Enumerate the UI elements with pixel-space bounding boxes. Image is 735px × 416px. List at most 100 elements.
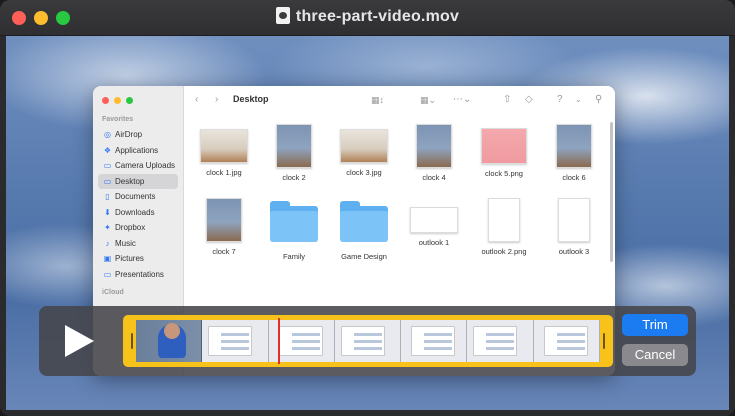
sidebar-item-label: Music [115,238,136,248]
trim-bar: Trim Cancel [39,306,696,376]
frame-row [221,340,250,343]
document-icon: ▯ [105,192,110,201]
frame-row [556,340,585,343]
filmstrip-frame [467,320,534,362]
file-thumbnail [206,198,242,242]
file-item: outlook 2.png [469,198,539,256]
folder-icon: ▭ [103,269,112,279]
sidebar-item-music: ♪ Music [98,236,178,251]
frame-row [424,340,453,343]
sidebar-item-pictures: ▣ Pictures [98,251,178,266]
file-name: outlook 3 [558,247,590,256]
sidebar-heading-icloud: iCloud [102,289,124,296]
file-name: clock 5.png [485,169,523,178]
frame-window-thumbnail [278,326,323,356]
file-item: clock 2 [259,124,329,182]
chevron-down-icon: ⌄ [575,95,582,104]
frame-row [221,347,250,350]
frame-row [291,340,320,343]
sidebar-item-label: Documents [115,192,156,201]
file-name: outlook 2.png [481,247,527,256]
frame-row [424,347,453,350]
trim-handle-right[interactable] [600,320,608,362]
sidebar-item-label: Camera Uploads [115,161,176,170]
sidebar-item-presentations: ▭ Presentations [98,267,178,282]
play-icon [65,325,94,357]
applications-icon: ❖ [103,145,112,155]
trim-button[interactable]: Trim [622,314,688,336]
file-thumbnail [556,124,592,168]
frame-row [556,333,585,336]
file-name: clock 1.jpg [206,168,242,177]
downloads-icon: ⬇ [104,207,111,217]
trim-handle-left[interactable] [128,320,136,362]
file-item: outlook 3 [539,198,609,256]
group-icon: ▦⌄ [420,95,437,105]
file-item: outlook 1 [399,198,469,247]
sidebar-item-label: Applications [115,145,159,155]
movie-file-icon [275,7,290,24]
file-thumbnail [558,198,590,242]
sidebar-item-dropbox: ✦ Dropbox [98,220,178,235]
file-name: clock 3.jpg [346,168,382,177]
filmstrip-frame [334,320,402,362]
file-thumbnail [488,198,520,242]
play-button[interactable] [61,322,97,360]
file-name: clock 6 [562,173,586,182]
file-item: clock 4 [399,124,469,182]
frame-window-thumbnail [208,326,253,356]
sidebar-item-label: Presentations [115,269,164,279]
tag-icon: ◇ [525,94,533,105]
frame-row [556,347,585,350]
file-item: clock 6 [539,124,609,182]
filmstrip-frame [136,320,203,362]
sidebar-item-desktop: ▭ Desktop [98,173,178,189]
help-icon: ? [557,94,563,105]
desktop-icon: ▭ [103,176,112,186]
pictures-icon: ▣ [103,254,112,263]
playhead[interactable] [278,318,280,364]
frame-window-thumbnail [473,326,518,356]
folder-icon: ▭ [103,161,112,170]
sidebar-item-documents: ▯ Documents [98,189,178,204]
file-thumbnail [410,207,458,233]
frame-row [353,347,382,350]
frame-row [486,333,515,336]
finder-toolbar: ‹ › Desktop ▦↕ ▦⌄ ⋯⌄ ⇧ ◇ ? ⌄ ⚲ [185,86,615,116]
frame-row [486,340,515,343]
folder-icon [340,201,388,242]
window-title-group: three-part-video.mov [0,7,735,26]
filmstrip-frame [401,320,468,362]
sidebar-item-airdrop: ◎ AirDrop [98,127,178,142]
file-thumbnail [276,124,312,168]
sidebar-heading-favorites: Favorites [102,116,134,123]
music-icon: ♪ [105,238,110,248]
frame-row [353,340,382,343]
trim-filmstrip[interactable] [123,315,613,367]
file-name: clock 2 [282,173,306,182]
person-head [164,323,180,339]
finder-zoom-button [126,97,133,104]
filmstrip-frame [533,320,600,362]
file-name: clock 4 [422,173,446,182]
sidebar-item-applications: ❖ Applications [98,143,178,158]
cancel-button[interactable]: Cancel [622,344,688,366]
quicktime-window: three-part-video.mov Favorites ◎ AirDrop ❖… [0,0,735,416]
file-thumbnail [200,129,248,163]
sidebar-item-label: Downloads [115,207,155,217]
file-name: Game Design [341,252,387,261]
filmstrip-frame [202,320,269,362]
sidebar-item-camera-uploads: ▭ Camera Uploads [98,158,178,173]
finder-location-title: Desktop [233,94,269,104]
frame-row [291,347,320,350]
frame-row [486,347,515,350]
frame-window-thumbnail [543,326,588,356]
forward-chevron-icon: › [215,94,219,105]
airdrop-icon: ◎ [104,130,111,139]
title-bar[interactable]: three-part-video.mov [0,0,735,36]
file-name: Family [282,252,306,261]
folder-icon [270,201,318,242]
sidebar-item-label: Pictures [115,254,144,263]
file-item: Game Design [329,198,399,261]
frame-row [424,333,453,336]
